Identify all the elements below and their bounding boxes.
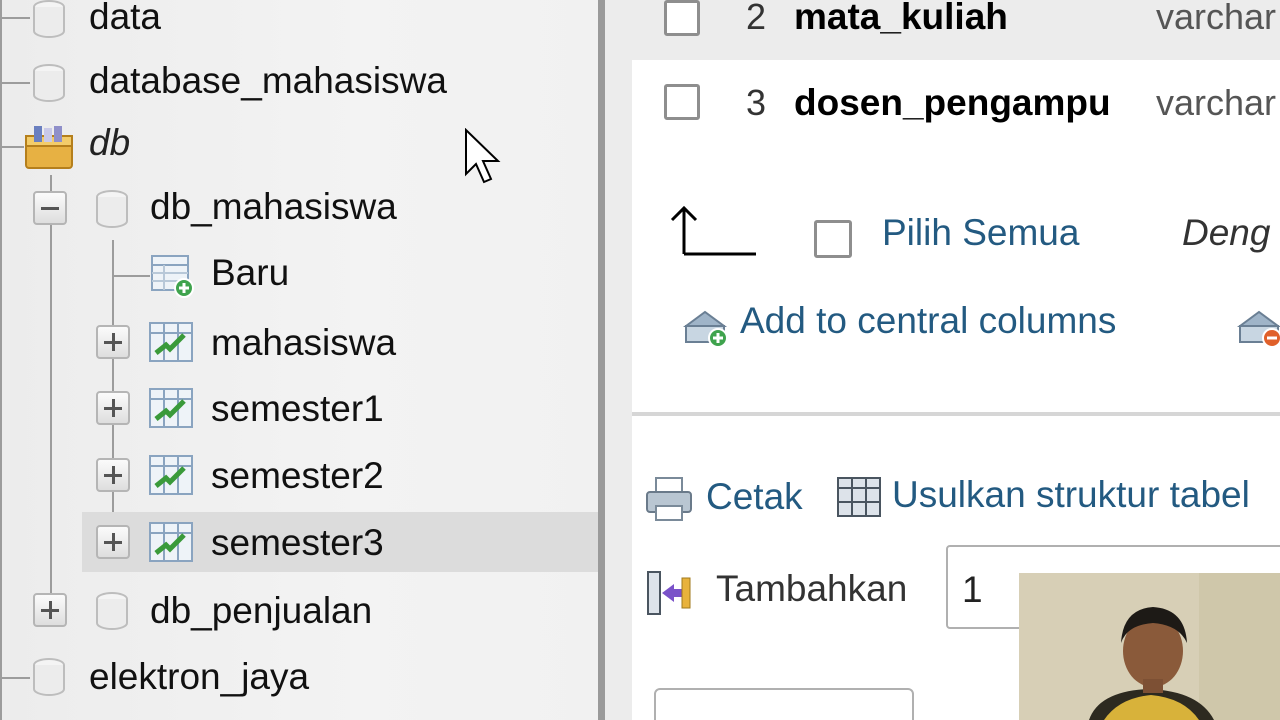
database-icon (96, 592, 128, 630)
tree-item-label: db (89, 122, 131, 163)
tree-item-label: Baru (211, 252, 290, 293)
with-selected-label: Deng (1182, 212, 1271, 253)
panel-resize-handle[interactable] (598, 0, 605, 720)
add-central-columns-icon (682, 310, 728, 348)
tree-item-mahasiswa[interactable]: mahasiswa (0, 312, 598, 372)
row-number: 2 (746, 0, 767, 37)
column-type: varchar (1156, 82, 1277, 123)
print-link[interactable]: Cetak (706, 476, 803, 518)
navigation-panel: data database_mahasiswa db db_mahasiswa (0, 0, 598, 720)
propose-structure-icon (837, 477, 881, 517)
tree-item-elektron_jaya[interactable]: elektron_jaya (0, 646, 598, 706)
tree-item-db_mahasiswa[interactable]: db_mahasiswa (0, 178, 598, 238)
mouse-cursor-icon (465, 128, 501, 184)
arrow-up-left-icon (670, 206, 756, 256)
select-all-checkbox[interactable] (814, 220, 852, 258)
database-group-icon (25, 126, 73, 169)
row-checkbox[interactable] (664, 84, 700, 120)
add-column-icon (647, 571, 691, 615)
database-icon (96, 190, 128, 228)
expand-toggle[interactable] (96, 525, 130, 559)
expand-toggle[interactable] (96, 325, 130, 359)
add-central-columns-link[interactable]: Add to central columns (740, 300, 1116, 342)
panel-gutter (605, 0, 632, 720)
webcam-overlay (1019, 573, 1280, 720)
propose-structure-link[interactable]: Usulkan struktur tabel (892, 474, 1250, 516)
tree-item-label: semester1 (211, 388, 384, 429)
table-icon (149, 322, 193, 362)
add-columns-label: Tambahkan (716, 568, 908, 609)
tree-item-label: data (89, 0, 162, 37)
tree-item-data[interactable]: data (0, 0, 598, 48)
tree-item-semester1[interactable]: semester1 (0, 378, 598, 438)
expand-toggle[interactable] (96, 458, 130, 492)
section-divider (632, 412, 1280, 416)
tree-item-label: database_mahasiswa (89, 60, 447, 101)
column-position-select[interactable] (654, 688, 914, 720)
tree-item-label: semester3 (211, 522, 384, 563)
database-icon (33, 64, 65, 102)
tree-item-database_mahasiswa[interactable]: database_mahasiswa (0, 52, 598, 112)
database-icon (33, 658, 65, 696)
collapse-toggle[interactable] (33, 191, 67, 225)
column-name: mata_kuliah (794, 0, 1008, 37)
column-name: dosen_pengampu (794, 82, 1111, 123)
row-checkbox[interactable] (664, 0, 700, 36)
tree-item-label: db_mahasiswa (150, 186, 397, 227)
column-type: varchar (1156, 0, 1277, 37)
tree-item-semester3[interactable]: semester3 (0, 512, 598, 572)
expand-toggle[interactable] (33, 593, 67, 627)
presenter-video (1019, 573, 1280, 720)
tree-item-label: elektron_jaya (89, 656, 310, 697)
expand-toggle[interactable] (96, 391, 130, 425)
tree-item-db_penjualan[interactable]: db_penjualan (0, 580, 598, 640)
tree-item-db-group[interactable]: db (0, 114, 598, 174)
new-table-icon (151, 255, 194, 298)
tree-item-label: semester2 (211, 455, 384, 496)
table-icon (149, 388, 193, 428)
tree-item-semester2[interactable]: semester2 (0, 445, 598, 505)
row-number: 3 (746, 82, 767, 123)
tree-item-label: db_penjualan (150, 590, 373, 631)
table-icon (149, 522, 193, 562)
select-all-link[interactable]: Pilih Semua (882, 212, 1079, 254)
print-icon (646, 477, 692, 521)
table-icon (149, 455, 193, 495)
tree-item-label: mahasiswa (211, 322, 397, 363)
tree-item-new-table[interactable]: Baru (0, 244, 598, 304)
database-icon (33, 0, 65, 38)
remove-central-columns-icon[interactable] (1234, 304, 1280, 350)
